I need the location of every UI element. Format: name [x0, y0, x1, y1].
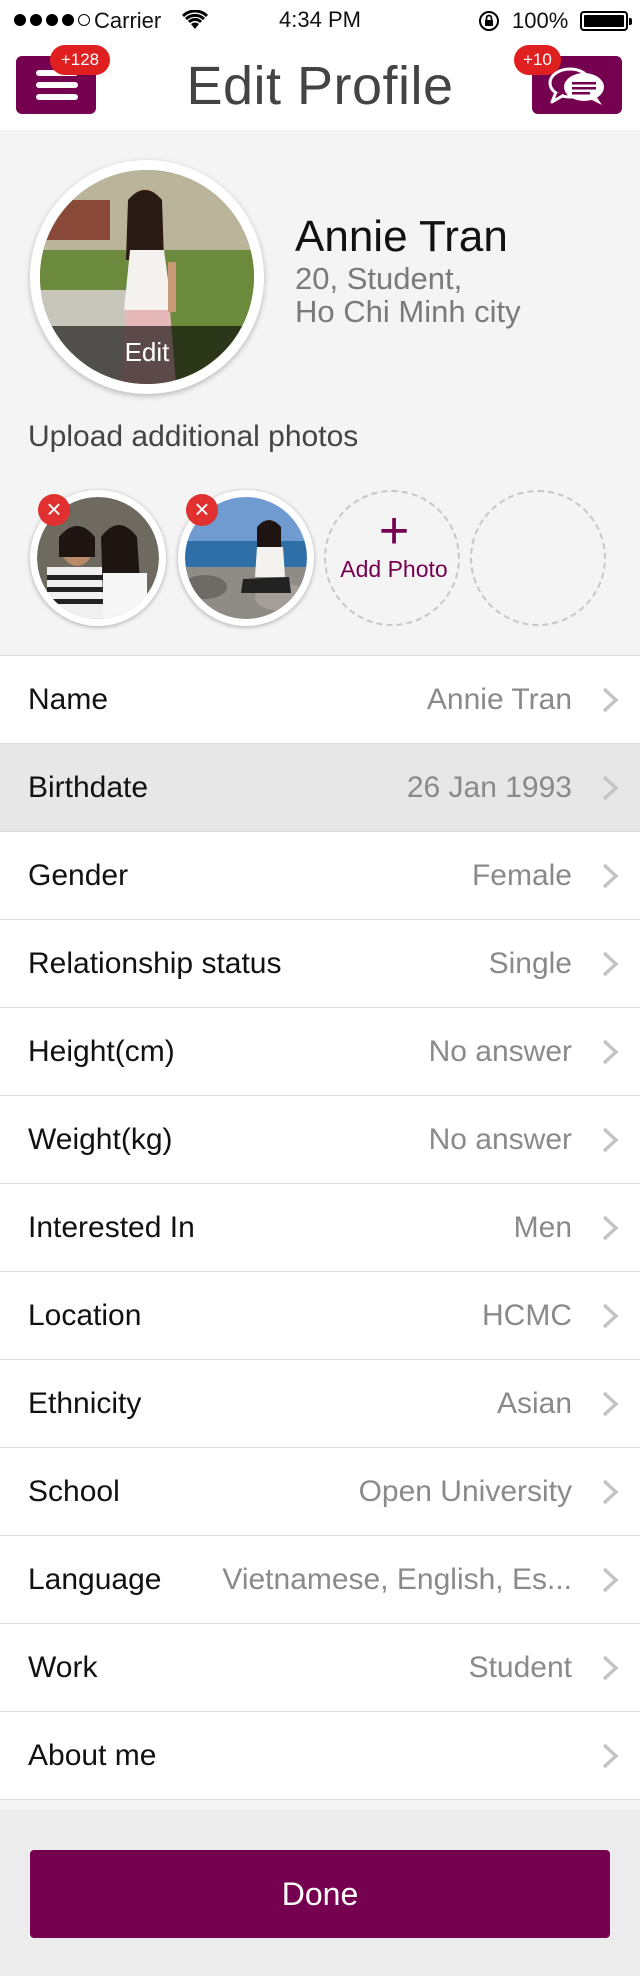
battery-icon	[580, 11, 632, 31]
rotation-lock-icon	[479, 11, 499, 31]
field-row-birthdate[interactable]: Birthdate 26 Jan 1993	[0, 744, 640, 832]
field-row-height[interactable]: Height(cm) No answer	[0, 1008, 640, 1096]
profile-details: 20, Student, Ho Chi Minh city	[295, 262, 521, 328]
field-value: No answer	[428, 1035, 572, 1068]
field-label: Name	[28, 683, 109, 716]
upload-photos-label: Upload additional photos	[28, 420, 359, 453]
field-label: Weight(kg)	[28, 1123, 173, 1156]
plus-icon: +	[378, 502, 410, 560]
field-value: Asian	[496, 1387, 572, 1420]
field-value: Men	[513, 1211, 572, 1244]
field-row-language[interactable]: Language Vietnamese, English, Es...	[0, 1536, 640, 1624]
field-row-interested-in[interactable]: Interested In Men	[0, 1184, 640, 1272]
chevron-right-icon	[602, 1039, 619, 1065]
chevron-right-icon	[602, 1655, 619, 1681]
field-label: Work	[28, 1651, 98, 1684]
additional-photo-1[interactable]: ×	[30, 490, 166, 626]
menu-notification-badge: +128	[50, 45, 110, 75]
field-label: Height(cm)	[28, 1035, 175, 1068]
field-label: Language	[28, 1563, 162, 1596]
field-label: Ethnicity	[28, 1387, 142, 1420]
field-row-relationship-status[interactable]: Relationship status Single	[0, 920, 640, 1008]
remove-photo-1-icon[interactable]: ×	[38, 494, 70, 526]
edit-photo-button[interactable]: Edit	[40, 326, 254, 384]
chevron-right-icon	[602, 1127, 619, 1153]
chevron-right-icon	[602, 775, 619, 801]
profile-name: Annie Tran	[295, 212, 508, 261]
chevron-right-icon	[602, 1391, 619, 1417]
field-row-location[interactable]: Location HCMC	[0, 1272, 640, 1360]
field-row-school[interactable]: School Open University	[0, 1448, 640, 1536]
field-row-ethnicity[interactable]: Ethnicity Asian	[0, 1360, 640, 1448]
field-label: Birthdate	[28, 771, 149, 804]
chevron-right-icon	[602, 863, 619, 889]
field-row-gender[interactable]: Gender Female	[0, 832, 640, 920]
field-value: HCMC	[482, 1299, 572, 1332]
field-row-about-me[interactable]: About me	[0, 1712, 640, 1800]
field-value: Student	[468, 1651, 572, 1684]
profile-photo: Edit	[40, 170, 254, 384]
profile-fields-list: Name Annie Tran Birthdate 26 Jan 1993 Ge…	[0, 655, 640, 1800]
field-label: Gender	[28, 859, 129, 892]
field-label: School	[28, 1475, 120, 1508]
field-value: Open University	[358, 1475, 572, 1508]
field-value: Female	[471, 859, 572, 892]
chevron-right-icon	[602, 1303, 619, 1329]
battery-percent: 100%	[512, 8, 569, 33]
chevron-right-icon	[602, 951, 619, 977]
field-value: Vietnamese, English, Es...	[222, 1563, 572, 1596]
profile-age-occupation: 20, Student,	[295, 261, 463, 296]
chevron-right-icon	[602, 1567, 619, 1593]
field-label: About me	[28, 1739, 157, 1772]
field-value: 26 Jan 1993	[406, 771, 572, 804]
chevron-right-icon	[602, 1479, 619, 1505]
chat-notification-badge: +10	[514, 45, 561, 75]
field-row-weight[interactable]: Weight(kg) No answer	[0, 1096, 640, 1184]
additional-photo-2[interactable]: ×	[178, 490, 314, 626]
empty-photo-slot[interactable]	[470, 490, 606, 626]
chevron-right-icon	[602, 1743, 619, 1769]
profile-avatar[interactable]: Edit	[30, 160, 264, 394]
field-row-work[interactable]: Work Student	[0, 1624, 640, 1712]
chevron-right-icon	[602, 687, 619, 713]
profile-city: Ho Chi Minh city	[295, 294, 521, 329]
add-photo-slot[interactable]: + Add Photo	[324, 490, 460, 626]
field-row-name[interactable]: Name Annie Tran	[0, 656, 640, 744]
field-label: Relationship status	[28, 947, 282, 980]
chevron-right-icon	[602, 1215, 619, 1241]
field-label: Interested In	[28, 1211, 195, 1244]
field-value: No answer	[428, 1123, 572, 1156]
add-photo-label: Add Photo	[340, 556, 448, 582]
field-value: Single	[488, 947, 572, 980]
remove-photo-2-icon[interactable]: ×	[186, 494, 218, 526]
field-label: Location	[28, 1299, 142, 1332]
field-value: Annie Tran	[426, 683, 572, 716]
status-bar: Carrier 4:34 PM 100%	[0, 0, 640, 40]
done-button[interactable]: Done	[30, 1850, 610, 1938]
